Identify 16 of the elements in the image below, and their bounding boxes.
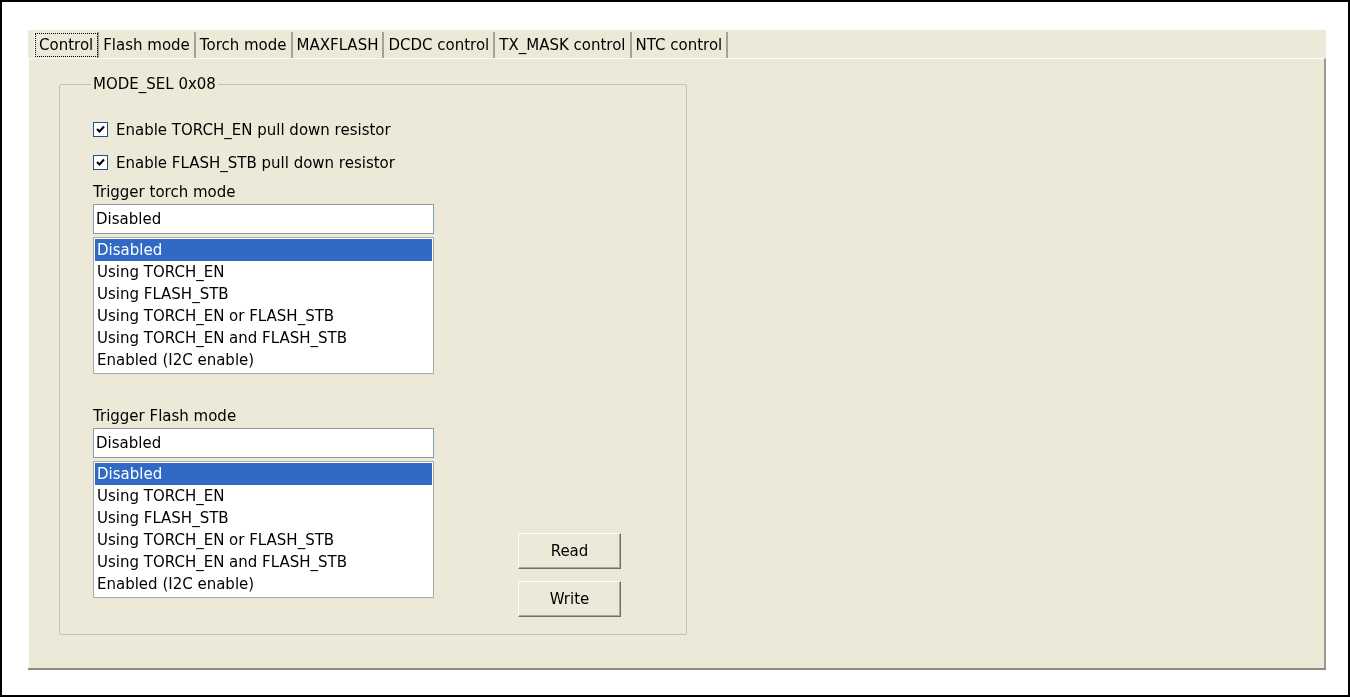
list-item[interactable]: Disabled	[95, 239, 432, 261]
checkbox-label: Enable TORCH_EN pull down resistor	[116, 120, 391, 139]
button[interactable]: Read	[518, 533, 621, 569]
field-label: Trigger Flash mode	[93, 407, 238, 425]
input-field[interactable]: Disabled	[93, 204, 434, 234]
checkbox[interactable]	[93, 122, 108, 137]
group-title: MODE_SEL 0x08	[92, 75, 217, 93]
checkbox-label: Enable FLASH_STB pull down resistor	[116, 153, 395, 172]
check-icon	[96, 125, 105, 134]
field-label: Trigger torch mode	[93, 183, 237, 201]
check-icon	[96, 158, 105, 167]
list-item[interactable]: Disabled	[95, 463, 432, 485]
tab[interactable]: Control	[34, 32, 100, 58]
input-field[interactable]: Disabled	[93, 428, 434, 458]
checkbox[interactable]	[93, 155, 108, 170]
button[interactable]: Write	[518, 581, 621, 617]
